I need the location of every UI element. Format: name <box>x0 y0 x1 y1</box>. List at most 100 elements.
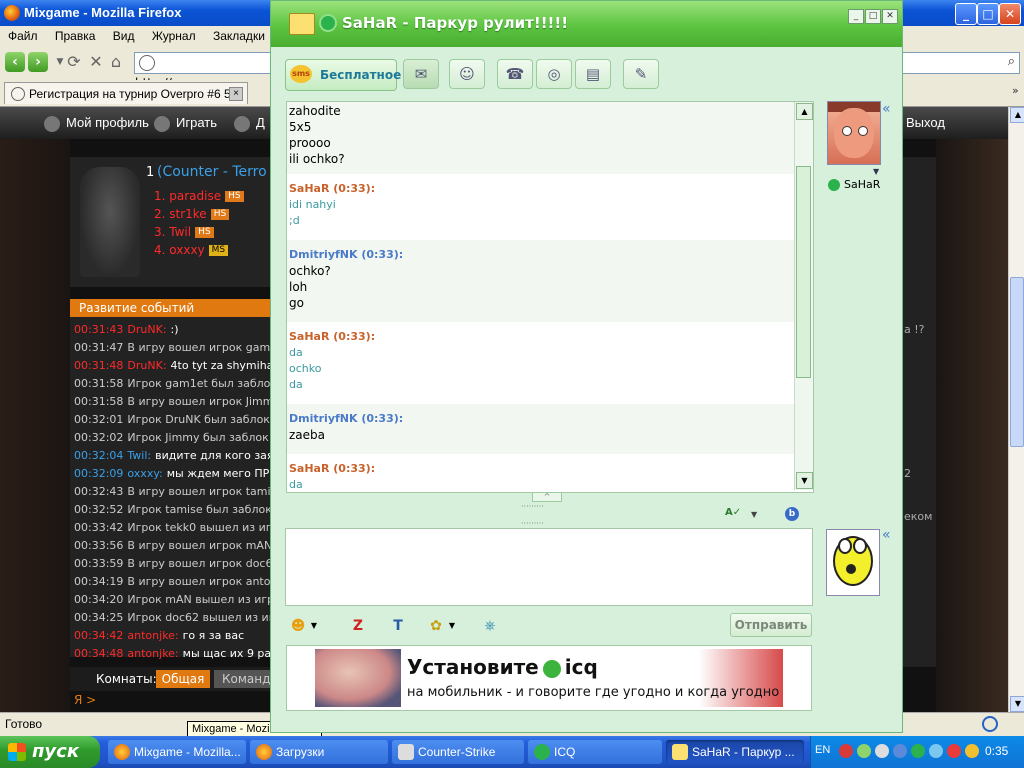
file-transfer-button[interactable]: ▤ <box>575 59 611 89</box>
windows-logo-icon <box>8 743 26 761</box>
animation-dropdown-icon[interactable]: ▼ <box>447 615 457 637</box>
smiley-dropdown-icon[interactable]: ▼ <box>309 615 319 637</box>
voice-button[interactable]: ◎ <box>536 59 572 89</box>
language-indicator[interactable]: EN <box>815 744 830 756</box>
nav-profile[interactable]: Мой профиль <box>44 107 149 139</box>
chat-scroll-thumb[interactable] <box>796 166 811 378</box>
chat-scroll-down-icon[interactable]: ▼ <box>796 472 813 489</box>
task-icq-chat[interactable]: SaHaR - Паркур ... <box>666 740 804 764</box>
message-mode-button[interactable]: ✉ <box>403 59 439 89</box>
chat-scrollbar[interactable]: ▲ ▼ <box>794 102 813 490</box>
task-downloads[interactable]: Загрузки <box>250 740 388 764</box>
splitter-grip[interactable]: ········· <box>521 502 544 511</box>
spellcheck-dropdown-icon[interactable]: ▼ <box>751 510 757 519</box>
tab-registration[interactable]: Регистрация на турнир Overpro #6 5... × <box>4 82 248 104</box>
icq-flower-icon[interactable] <box>911 744 925 758</box>
task-firefox[interactable]: Mixgame - Mozilla... <box>108 740 246 764</box>
tab-label: Регистрация на турнир Overpro #6 5... <box>29 87 241 101</box>
player-row[interactable]: 3. Twil HS <box>154 225 214 239</box>
forward-button[interactable]: › <box>28 52 48 72</box>
scroll-up-icon[interactable]: ▲ <box>1010 107 1024 123</box>
nav-partial[interactable]: Д <box>234 107 265 139</box>
nav-play[interactable]: Играть <box>154 107 217 139</box>
tabs-overflow-icon[interactable]: » <box>1012 84 1019 97</box>
ad-image <box>315 649 401 707</box>
tab-close-icon[interactable]: × <box>229 87 243 101</box>
menu-file[interactable]: Файл <box>8 29 38 43</box>
player-row[interactable]: 4. oxxxy MS <box>154 243 229 257</box>
tray-icon[interactable] <box>893 744 907 758</box>
menu-view[interactable]: Вид <box>113 29 135 43</box>
log-nick[interactable]: DruNK: <box>127 359 166 372</box>
reload-icon[interactable]: ⟳ <box>64 52 84 72</box>
maximize-button[interactable]: □ <box>977 3 999 25</box>
smiley-icon[interactable]: ☻ <box>287 615 309 637</box>
log-nick[interactable]: DruNK: <box>127 323 166 336</box>
team-name[interactable]: (Counter - Terro <box>157 164 267 180</box>
url-field[interactable]: http://www.overpro.r <box>134 52 274 90</box>
icq-flower-icon <box>321 16 335 30</box>
game-icon[interactable]: ⎈ <box>479 615 501 637</box>
icq-maximize-button[interactable]: □ <box>865 9 881 24</box>
text-format-icon[interactable]: T <box>387 615 409 637</box>
chat-scroll-up-icon[interactable]: ▲ <box>796 103 813 120</box>
icq-minimize-button[interactable]: _ <box>848 9 864 24</box>
scroll-down-icon[interactable]: ▼ <box>1010 696 1024 712</box>
log-nick[interactable]: oxxxy: <box>127 467 162 480</box>
buzz-icon[interactable]: Z <box>347 615 369 637</box>
home-icon[interactable]: ⌂ <box>106 52 126 72</box>
collapse-panel-icon[interactable]: « <box>882 101 891 117</box>
menu-edit[interactable]: Правка <box>55 29 96 43</box>
splitter-grip[interactable]: ········· <box>521 519 544 528</box>
message-text: zaeba <box>289 428 326 442</box>
send-button[interactable]: Отправить <box>730 613 812 637</box>
avatar-dropdown-icon[interactable]: ▼ <box>873 167 879 176</box>
player-row[interactable]: 2. str1ke HS <box>154 207 230 221</box>
tray-icon[interactable] <box>929 744 943 758</box>
log-nick[interactable]: antonjke: <box>127 629 178 642</box>
start-button[interactable]: пуск <box>0 736 100 768</box>
call-button[interactable]: ☎ <box>497 59 533 89</box>
menu-history[interactable]: Журнал <box>152 29 196 43</box>
stop-icon[interactable]: ✕ <box>86 52 106 72</box>
spellcheck-icon[interactable]: A✓ <box>725 507 743 523</box>
tray-icon[interactable] <box>857 744 871 758</box>
ad-banner[interactable]: Установите icq на мобильник - и говорите … <box>286 645 812 711</box>
collapse-arrow-icon[interactable]: ^ <box>532 492 562 502</box>
icq-close-button[interactable]: ✕ <box>882 9 898 24</box>
page-scrollbar[interactable]: ▲ ▼ <box>1008 107 1024 712</box>
log-nick[interactable]: Twil: <box>127 449 151 462</box>
status-addon-icon[interactable] <box>982 716 998 732</box>
message-history[interactable]: zahodite 5x5 proooo ili ochko? SaHaR (0:33):… <box>286 101 814 493</box>
tray-icon[interactable] <box>965 744 979 758</box>
tab-room-general[interactable]: Общая <box>156 670 210 688</box>
minimize-button[interactable]: _ <box>955 3 977 25</box>
tray-arrow-icon[interactable] <box>839 744 853 758</box>
pane-splitter[interactable]: ^ <box>286 492 812 502</box>
contact-avatar[interactable] <box>827 101 881 165</box>
message-input[interactable] <box>285 528 813 606</box>
tab-room-team[interactable]: Команд <box>214 670 275 688</box>
b-format-icon[interactable]: b <box>785 507 799 521</box>
menu-bookmarks[interactable]: Закладки <box>213 29 265 43</box>
my-avatar[interactable] <box>826 529 880 596</box>
extra-button[interactable]: ✎ <box>623 59 659 89</box>
scroll-thumb[interactable] <box>1010 277 1024 447</box>
animation-icon[interactable]: ✿ <box>425 615 447 637</box>
contact-name-row[interactable]: SaHaR <box>826 177 896 193</box>
close-button[interactable]: ✕ <box>999 3 1021 25</box>
task-icq[interactable]: ICQ <box>528 740 662 764</box>
log-nick[interactable]: antonjke: <box>127 647 178 660</box>
nav-logout[interactable]: Выход <box>906 107 945 139</box>
search-field[interactable]: ⌕ <box>900 52 1020 74</box>
search-icon[interactable]: ⌕ <box>1008 54 1015 69</box>
collapse-panel-icon[interactable]: « <box>882 527 891 543</box>
tray-icon[interactable] <box>947 744 961 758</box>
steam-icon[interactable] <box>875 744 889 758</box>
back-button[interactable]: ‹ <box>5 52 25 72</box>
task-counter-strike[interactable]: Counter-Strike <box>392 740 524 764</box>
contact-info-button[interactable]: ☺ <box>449 59 485 89</box>
system-tray: EN 0:35 <box>810 736 1024 768</box>
player-row[interactable]: 1. paradise HS <box>154 189 244 203</box>
free-sms-button[interactable]: sms Бесплатное <box>285 59 401 91</box>
